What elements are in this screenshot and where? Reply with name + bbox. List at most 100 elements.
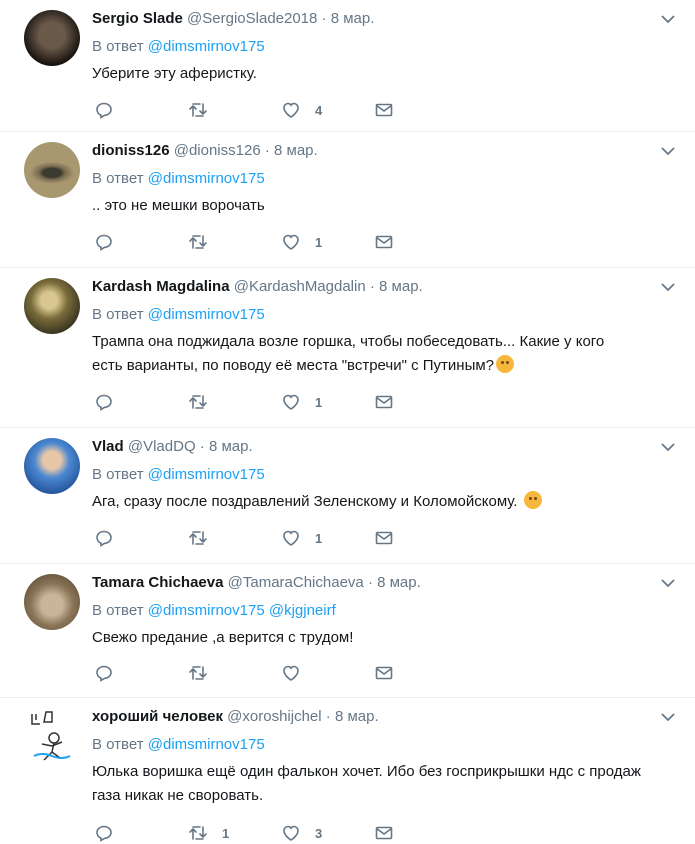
timestamp[interactable]: 8 мар. (274, 142, 318, 159)
reply-button[interactable] (94, 231, 114, 253)
tweet[interactable]: Kardash Magdalina @KardashMagdalin · 8 м… (0, 268, 695, 428)
timestamp[interactable]: 8 мар. (209, 438, 253, 455)
timestamp[interactable]: 8 мар. (331, 10, 375, 27)
mention-link[interactable]: @dimsmirnov175 (148, 306, 265, 323)
fullname[interactable]: Kardash Magdalina (92, 278, 230, 295)
tweet[interactable]: Tamara Chichaeva @TamaraChichaeva · 8 ма… (0, 564, 695, 698)
reply-button[interactable] (94, 391, 114, 413)
mention-link[interactable]: @kjgjneirf (269, 602, 336, 619)
mention-link[interactable]: @dimsmirnov175 (148, 170, 265, 187)
separator-dot: · (325, 708, 331, 725)
tweet[interactable]: хороший человек @xoroshijchel · 8 мар. В… (0, 698, 695, 842)
like-button[interactable]: 1 (281, 231, 322, 253)
heart-icon (283, 825, 299, 841)
chevron-down-icon[interactable] (659, 142, 677, 160)
reply-prefix: В ответ (92, 170, 144, 187)
tweet-feed: Sergio Slade @SergioSlade2018 · 8 мар. В… (0, 0, 695, 842)
chevron-down-icon[interactable] (659, 10, 677, 28)
retweet-button[interactable] (188, 391, 222, 413)
avatar[interactable] (24, 574, 80, 630)
handle[interactable]: @KardashMagdalin (234, 278, 366, 295)
mention-link[interactable]: @dimsmirnov175 (148, 466, 265, 483)
tweet[interactable]: Vlad @VladDQ · 8 мар. В ответ @dimsmirno… (0, 428, 695, 564)
like-count: 1 (315, 394, 323, 410)
reply-context: В ответ @dimsmirnov175 @kjgjneirf (92, 601, 336, 621)
retweet-button[interactable] (188, 99, 222, 121)
chevron-down-icon[interactable] (659, 438, 677, 456)
direct-message-button[interactable] (374, 527, 394, 549)
tweet-header: Sergio Slade @SergioSlade2018 · 8 мар. (92, 8, 655, 30)
doodle-avatar-icon (31, 711, 71, 761)
fullname[interactable]: Vlad (92, 438, 124, 455)
avatar[interactable] (24, 708, 80, 764)
reply-icon (96, 530, 112, 547)
like-button[interactable]: 4 (281, 99, 322, 121)
tweet-text: Свежо предание ,а верится с трудом! (92, 629, 354, 646)
mention-link[interactable]: @dimsmirnov175 (148, 602, 265, 619)
handle[interactable]: @SergioSlade2018 (187, 10, 317, 27)
reply-context: В ответ @dimsmirnov175 (92, 169, 265, 189)
chevron-down-icon[interactable] (659, 708, 677, 726)
tweet[interactable]: Sergio Slade @SergioSlade2018 · 8 мар. В… (0, 0, 695, 132)
tweet-actions: 4 (92, 99, 412, 121)
envelope-icon (375, 666, 393, 680)
direct-message-button[interactable] (374, 231, 394, 253)
reply-icon (96, 825, 112, 842)
fullname[interactable]: dioniss126 (92, 142, 170, 159)
timestamp[interactable]: 8 мар. (377, 574, 421, 591)
fullname[interactable]: Sergio Slade (92, 10, 183, 27)
avatar[interactable] (24, 10, 80, 66)
retweet-icon (189, 826, 207, 840)
retweet-button[interactable] (188, 231, 222, 253)
avatar[interactable] (24, 278, 80, 334)
handle[interactable]: @xoroshijchel (227, 708, 321, 725)
reply-button[interactable] (94, 822, 114, 844)
like-count: 1 (315, 234, 323, 250)
heart-icon (283, 665, 299, 681)
retweet-button[interactable] (188, 527, 222, 549)
separator-dot: · (199, 438, 205, 455)
retweet-button[interactable] (188, 662, 222, 684)
heart-icon (283, 394, 299, 410)
mention-link[interactable]: @dimsmirnov175 (148, 736, 265, 753)
avatar[interactable] (24, 438, 80, 494)
like-button[interactable]: 3 (281, 822, 322, 844)
handle[interactable]: @dioniss126 (174, 142, 261, 159)
handle[interactable]: @VladDQ (128, 438, 196, 455)
chevron-down-icon[interactable] (659, 574, 677, 592)
tweet-header: Kardash Magdalina @KardashMagdalin · 8 м… (92, 276, 655, 298)
tweet-text: Юлька воришка ещё один фалькон хочет. Иб… (92, 763, 641, 804)
timestamp[interactable]: 8 мар. (335, 708, 379, 725)
like-button[interactable]: 1 (281, 391, 322, 413)
fullname[interactable]: хороший человек (92, 708, 223, 725)
like-button[interactable]: 1 (281, 527, 322, 549)
tweet-header: Vlad @VladDQ · 8 мар. (92, 436, 655, 458)
direct-message-button[interactable] (374, 391, 394, 413)
tweet-text-body: Ага, сразу после поздравлений Зеленскому… (92, 493, 518, 510)
retweet-count: 1 (222, 825, 230, 841)
avatar[interactable] (24, 142, 80, 198)
direct-message-button[interactable] (374, 99, 394, 121)
reply-button[interactable] (94, 527, 114, 549)
reply-context: В ответ @dimsmirnov175 (92, 465, 265, 485)
chevron-down-icon[interactable] (659, 278, 677, 296)
reply-icon (96, 665, 112, 682)
tweet[interactable]: dioniss126 @dioniss126 · 8 мар. В ответ … (0, 132, 695, 268)
retweet-icon (189, 666, 207, 680)
retweet-icon (189, 395, 207, 409)
tweet-actions: 1 (92, 231, 412, 253)
direct-message-button[interactable] (374, 822, 394, 844)
envelope-icon (375, 103, 393, 117)
handle[interactable]: @TamaraChichaeva (228, 574, 364, 591)
direct-message-button[interactable] (374, 662, 394, 684)
tweet-header: хороший человек @xoroshijchel · 8 мар. (92, 706, 655, 728)
reply-context: В ответ @dimsmirnov175 (92, 305, 265, 325)
timestamp[interactable]: 8 мар. (379, 278, 423, 295)
reply-button[interactable] (94, 662, 114, 684)
like-button[interactable] (281, 662, 315, 684)
reply-button[interactable] (94, 99, 114, 121)
mention-link[interactable]: @dimsmirnov175 (148, 38, 265, 55)
fullname[interactable]: Tamara Chichaeva (92, 574, 223, 591)
tweet-actions: 1 (92, 527, 412, 549)
retweet-button[interactable]: 1 (188, 822, 229, 844)
